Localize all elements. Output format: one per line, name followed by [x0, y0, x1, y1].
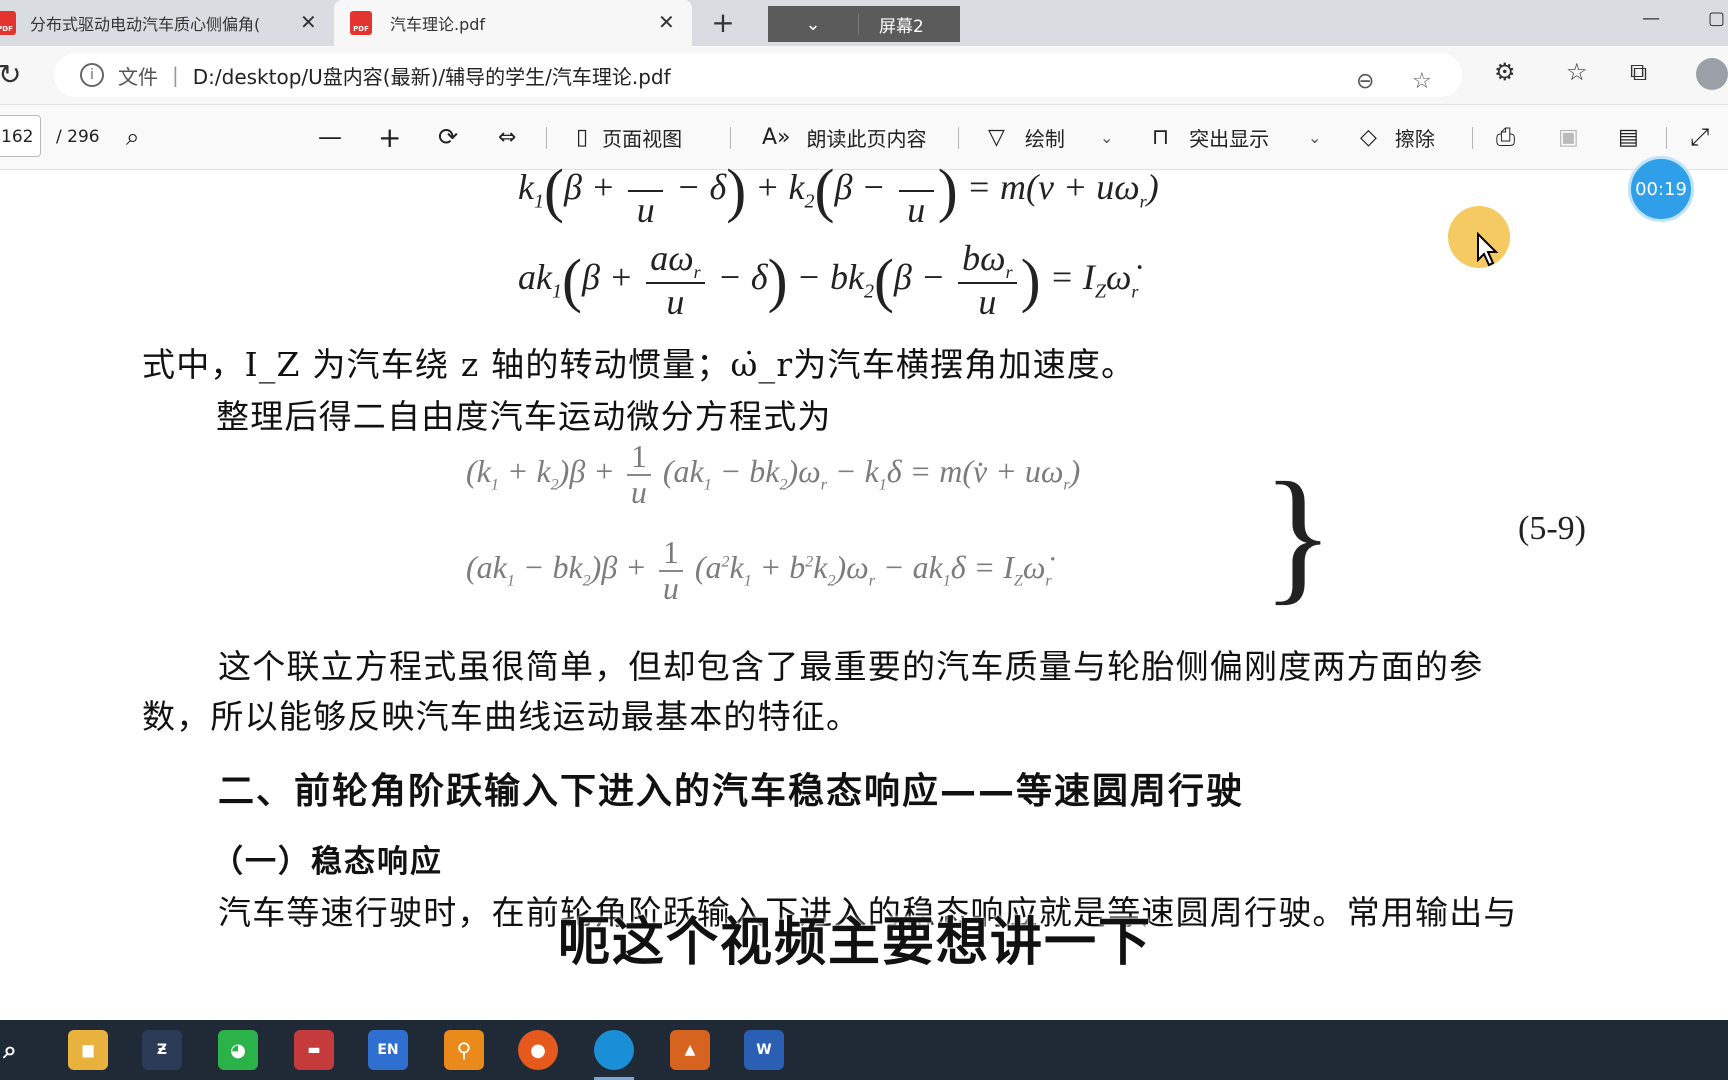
screen-label: 屏幕2 — [879, 16, 924, 37]
tab-title: 分布式驱动电动汽车质心侧偏角( — [30, 15, 261, 34]
subsection-heading: （一）稳态响应 — [212, 844, 443, 880]
zoom-in-button[interactable]: + — [378, 105, 401, 169]
divider: | — [172, 63, 179, 87]
search-tool-icon[interactable]: ⚲ — [444, 1030, 484, 1070]
erase-label: 擦除 — [1394, 126, 1435, 151]
car-app-icon[interactable]: ▬ — [294, 1030, 334, 1070]
taskbar: ⌕ ▆ Ƶ ◕ ▬ EN ⚲ ● ▲ W — [0, 1020, 1728, 1080]
fullscreen-icon[interactable]: ⤢ — [1690, 105, 1709, 169]
equation-system-row2: (ak1 − bk2)β + 1u (a2k1 + b2k2)ωr − ak1δ… — [466, 534, 1052, 606]
print-icon[interactable]: ⎙ — [1496, 105, 1515, 169]
eraser-icon: ◇ — [1360, 124, 1377, 150]
page-total: / 296 — [56, 127, 100, 147]
recording-timer[interactable]: 00:19 — [1628, 156, 1694, 222]
wechat-icon[interactable]: ◕ — [218, 1030, 258, 1070]
erase-button[interactable]: ◇ 擦除 — [1360, 105, 1435, 169]
divider — [1666, 127, 1667, 149]
equation-number: (5-9) — [1518, 510, 1586, 547]
search-icon[interactable]: ⌕ — [126, 105, 139, 169]
collections-icon[interactable]: ⧉ — [1630, 58, 1647, 86]
favorites-icon[interactable]: ☆ — [1566, 58, 1588, 86]
app-icon[interactable]: Ƶ — [142, 1030, 182, 1070]
edge-icon[interactable] — [582, 1020, 646, 1080]
search-icon[interactable]: ⌕ — [0, 1030, 30, 1070]
equation-yaw: ak1(β + aωr u − δ) − bk2(β − bωr u) = IZω̇… — [518, 238, 1139, 323]
address-bar[interactable]: i 文件 | D:/desktop/U盘内容(最新)/辅导的学生/汽车理论.pd… — [54, 53, 1462, 97]
save-as-icon[interactable]: ▤ — [1618, 105, 1639, 169]
rotate-icon[interactable]: ⟳ — [438, 105, 458, 169]
page-view-label: 页面视图 — [602, 126, 683, 151]
pdf-icon: PDF — [0, 11, 16, 35]
text-line-definitions: 式中，I_Z 为汽车绕 z 轴的转动惯量；ω̇_r为汽车横摆角加速度。 — [142, 345, 1136, 384]
info-icon[interactable]: i — [80, 63, 104, 87]
equation-system-row1: (k1 + k2)β + 1u (ak1 − bk2)ωr − k1δ = m(… — [466, 438, 1081, 510]
url-text[interactable]: D:/desktop/U盘内容(最新)/辅导的学生/汽车理论.pdf — [193, 61, 671, 90]
word-icon[interactable]: W — [744, 1030, 784, 1070]
file-explorer-icon[interactable]: ▆ — [68, 1030, 108, 1070]
screen-selector[interactable]: ⌄ 屏幕2 — [768, 6, 960, 42]
fit-width-icon[interactable]: ⇔ — [498, 105, 516, 169]
address-bar-row: ↻ i 文件 | D:/desktop/U盘内容(最新)/辅导的学生/汽车理论.… — [0, 46, 1728, 105]
extensions-icon[interactable]: ⚙ — [1494, 58, 1516, 86]
divider — [958, 127, 959, 149]
video-subtitle: 呃这个视频主要想讲一下 — [558, 913, 1153, 973]
chevron-down-icon[interactable]: ⌄ — [768, 13, 859, 35]
highlighter-icon: ⊓ — [1152, 124, 1170, 150]
pen-icon: ▽ — [988, 124, 1005, 150]
page-number-input[interactable]: 162 — [0, 115, 41, 157]
new-tab-button[interactable]: + — [706, 6, 740, 40]
save-icon[interactable]: ▣ — [1558, 105, 1579, 169]
equation-brace: } — [1262, 452, 1334, 618]
paragraph-line-2: 数，所以能够反映汽车曲线运动最基本的特征。 — [142, 697, 861, 736]
divider — [546, 127, 547, 149]
close-icon[interactable]: ✕ — [300, 10, 317, 34]
reload-icon[interactable]: ↻ — [0, 58, 21, 91]
equation-top: k1(β + u − δ) + k2(β − u) = m(v + uωr) — [518, 152, 1159, 230]
draw-label: 绘制 — [1024, 126, 1065, 151]
pdf-icon: PDF — [350, 11, 372, 35]
firefox-icon[interactable]: ● — [518, 1030, 558, 1070]
section-heading: 二、前轮角阶跃输入下进入的汽车稳态响应——等速圆周行驶 — [218, 771, 1245, 812]
file-label: 文件 — [118, 64, 158, 89]
en-dictionary-icon[interactable]: EN — [368, 1030, 408, 1070]
minimize-icon[interactable]: — — [1642, 8, 1660, 29]
pdf-page: k1(β + u − δ) + k2(β − u) = m(v + uωr) a… — [0, 157, 1728, 1020]
zoom-out-button[interactable]: — — [318, 105, 342, 169]
tab-title: 汽车理论.pdf — [390, 15, 486, 34]
highlight-button[interactable]: ⊓ 突出显示 — [1152, 105, 1269, 169]
close-icon[interactable]: ✕ — [658, 10, 675, 34]
divider — [730, 127, 731, 149]
text-line-intro: 整理后得二自由度汽车运动微分方程式为 — [216, 397, 832, 436]
read-aloud-icon: A» — [762, 124, 791, 150]
tab-thesis-pdf[interactable]: PDF 分布式驱动电动汽车质心侧偏角( — [0, 0, 330, 46]
highlight-label: 突出显示 — [1189, 126, 1270, 151]
read-aloud-label: 朗读此页内容 — [806, 126, 927, 151]
mouse-cursor-icon — [1477, 232, 1499, 267]
tab-automobile-theory-pdf[interactable]: PDF 汽车理论.pdf — [334, 0, 692, 46]
zoom-out-icon[interactable]: ⊖ — [1356, 69, 1374, 94]
paragraph-line-1: 这个联立方程式虽很简单，但却包含了最重要的汽车质量与轮胎侧偏刚度两方面的参 — [218, 647, 1484, 686]
add-favorite-icon[interactable]: ☆ — [1412, 69, 1432, 94]
avatar[interactable] — [1696, 58, 1728, 90]
chevron-down-icon[interactable]: ⌄ — [1308, 105, 1321, 169]
page-view-icon: ▯ — [576, 124, 589, 150]
divider — [1472, 127, 1473, 149]
matlab-icon[interactable]: ▲ — [670, 1030, 710, 1070]
maximize-icon[interactable]: ▢ — [1708, 8, 1725, 29]
tab-strip: PDF 分布式驱动电动汽车质心侧偏角( ✕ PDF 汽车理论.pdf ✕ + ⌄… — [0, 0, 1728, 46]
